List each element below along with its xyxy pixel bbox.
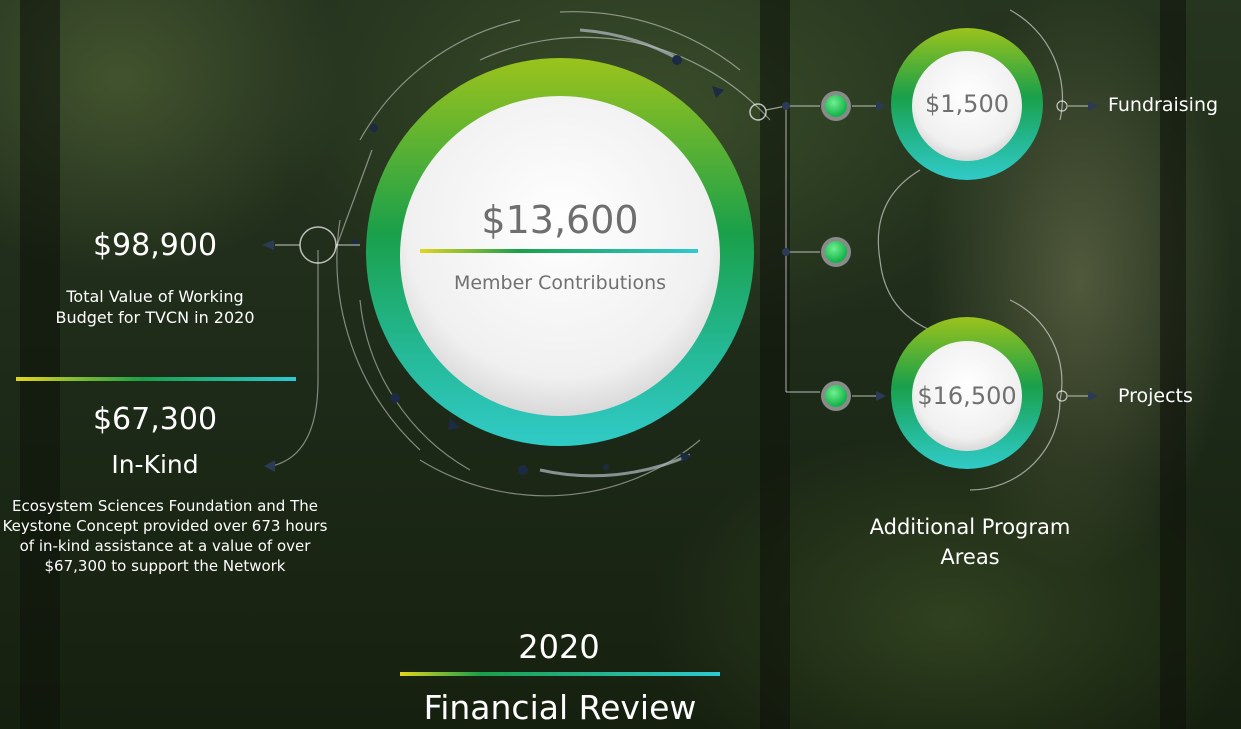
- fundraising-amount: $1,500: [925, 90, 1009, 118]
- inkind-description: Ecosystem Sciences Foundation and The Ke…: [2, 497, 328, 575]
- diagram-graphics: [262, 9, 1098, 497]
- fundraising-label: Fundraising: [1108, 94, 1219, 116]
- projects-label: Projects: [1118, 385, 1193, 407]
- total-value-amount: $98,900: [92, 228, 218, 263]
- member-contributions-amount: $13,600: [481, 198, 639, 242]
- report-year: 2020: [518, 628, 600, 666]
- center-divider: [420, 249, 698, 253]
- inkind-title: In-Kind: [111, 450, 199, 479]
- green-node-dots: [821, 91, 851, 411]
- report-title: Financial Review: [423, 688, 697, 727]
- inkind-amount: $67,300: [92, 402, 218, 437]
- total-value-description: Total Value of Working Budget for TVCN i…: [55, 287, 255, 327]
- left-connector: [262, 226, 360, 472]
- member-contributions-label: Member Contributions: [453, 272, 667, 294]
- footer-divider: [400, 672, 720, 676]
- projects-amount: $16,500: [917, 382, 1017, 410]
- additional-program-areas-label: Additional Program Areas: [869, 515, 1071, 569]
- left-divider: [16, 377, 296, 381]
